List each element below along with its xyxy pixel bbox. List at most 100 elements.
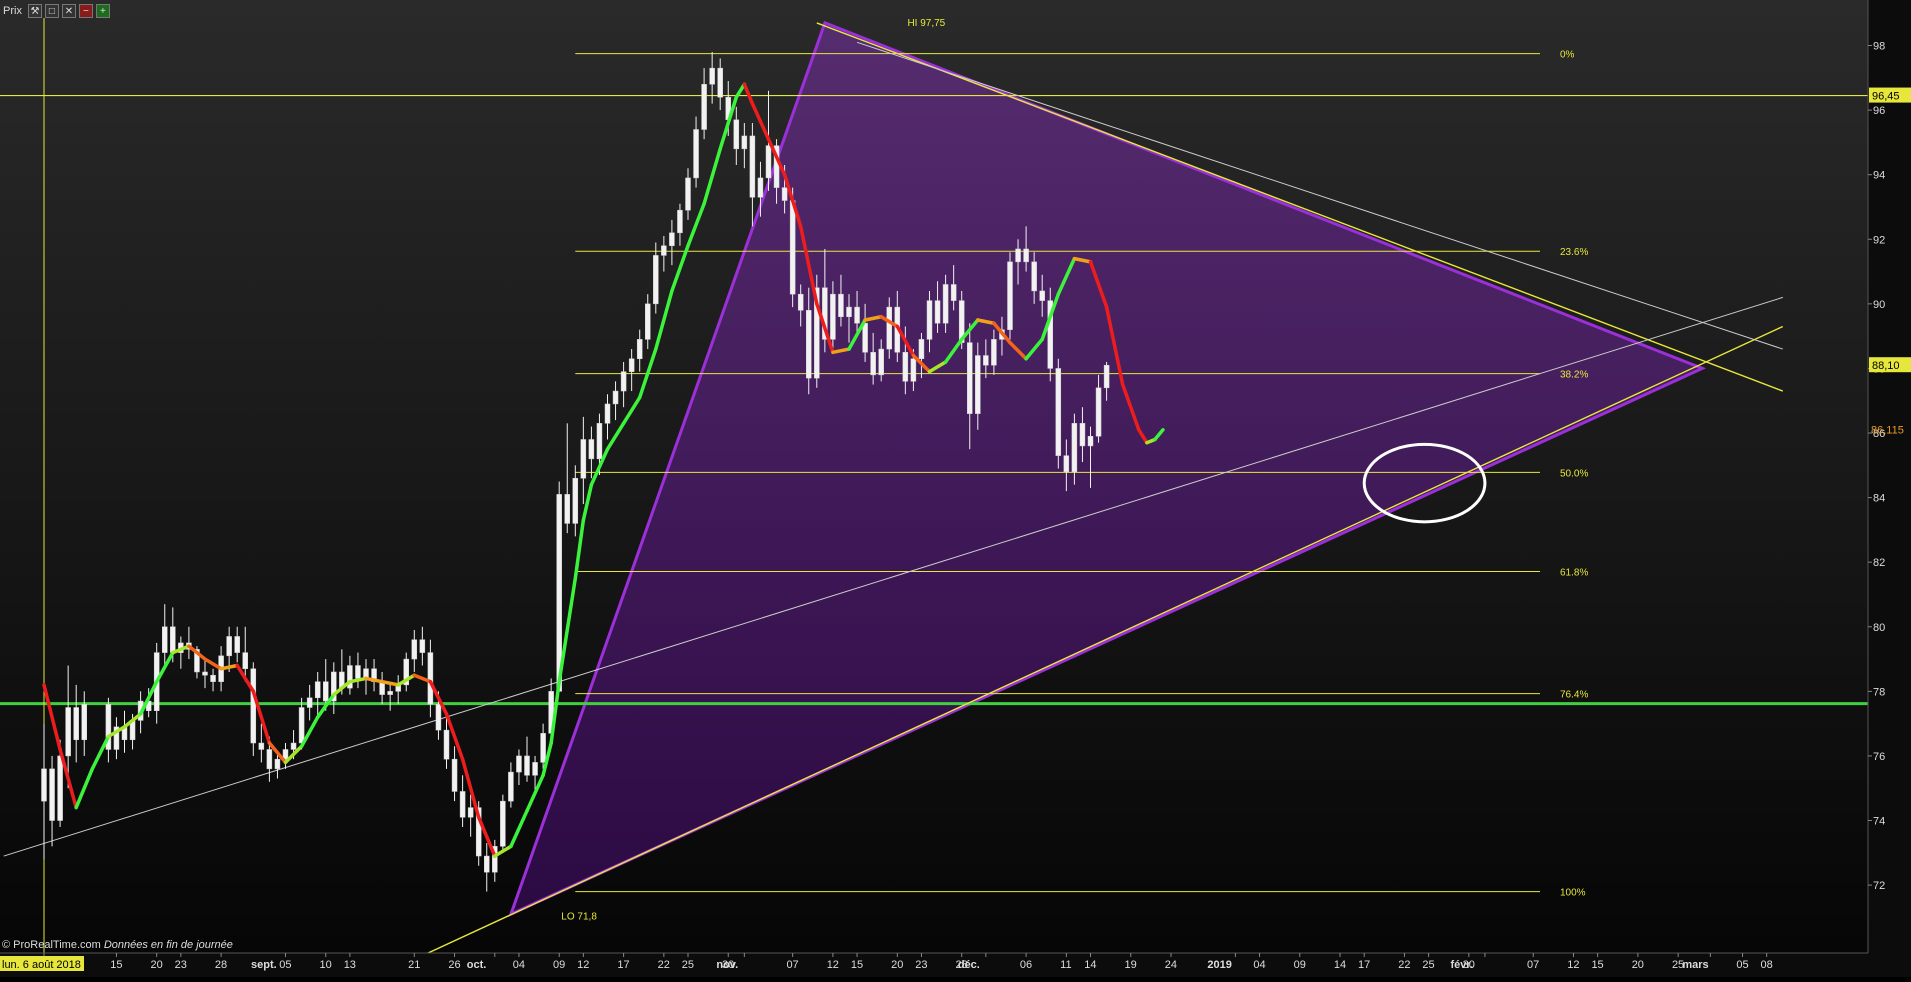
candle-body [661, 245, 667, 256]
candle-body [1087, 436, 1094, 447]
candle-body [733, 119, 740, 150]
candle-body [596, 423, 603, 460]
candle-body [411, 639, 418, 660]
candle-body [1079, 423, 1086, 447]
fib-level-label: 76.4% [1560, 690, 1588, 701]
x-tick-label: 19 [1125, 959, 1137, 971]
candle-body [685, 177, 691, 211]
x-tick-label: oct. [467, 959, 487, 971]
candle-body [870, 352, 876, 376]
x-tick-label: 17 [1358, 959, 1370, 971]
x-tick-label: 13 [344, 959, 356, 971]
candle-body [604, 403, 611, 424]
candle-body [636, 339, 643, 359]
y-tick-label: 94 [1873, 170, 1885, 182]
candle-body [701, 84, 707, 130]
x-tick-label: 25 [1422, 959, 1434, 971]
candle-body [645, 303, 651, 340]
candle-body [484, 855, 490, 873]
candle-body [1071, 423, 1078, 473]
x-tick-label: 04 [1253, 959, 1265, 971]
candle-body [210, 674, 216, 682]
candle-body [846, 306, 852, 318]
y-axis-panel [1868, 0, 1911, 977]
candle-body [789, 200, 796, 295]
x-tick-label: nov. [716, 959, 738, 971]
moving-average-segment [364, 676, 384, 684]
candle-body [886, 306, 892, 350]
x-cursor-label: lun. 6 août 2018 [2, 959, 81, 971]
candle-body [749, 135, 756, 198]
close-icon[interactable]: ✕ [61, 4, 76, 18]
add-icon[interactable]: + [95, 4, 110, 18]
candle-body [250, 668, 257, 744]
x-tick-label: 21 [408, 959, 420, 971]
candle-body [781, 187, 788, 201]
candle-body [387, 691, 393, 695]
footer-source: © ProRealTime.com [2, 939, 101, 951]
x-tick-label: 04 [513, 959, 525, 971]
price-chart[interactable]: 0% 23.6% 38.2% 50.0% 61.8% 76.4% 100% HI 97,75 L… [0, 0, 1911, 977]
candle-body [314, 681, 321, 699]
candle-body [57, 755, 63, 821]
candle-body [878, 348, 884, 376]
toolbar-title: Prix [3, 5, 22, 17]
y-tick-label: 90 [1873, 299, 1885, 311]
x-tick-label: 14 [1334, 959, 1346, 971]
candle-body [653, 255, 659, 305]
candle-body [757, 177, 764, 198]
candle-body [355, 665, 361, 679]
candle-body [81, 704, 87, 741]
y-tick-label: 80 [1873, 622, 1885, 634]
x-tick-label: févr. [1450, 959, 1473, 971]
x-tick-label: 28 [215, 959, 227, 971]
y-tick-label: 84 [1873, 493, 1885, 505]
candle-body [991, 339, 997, 366]
candle-body [709, 67, 715, 85]
x-tick-label: 07 [1527, 959, 1539, 971]
moving-average-segment [573, 518, 586, 581]
x-tick-label: 05 [1736, 959, 1748, 971]
candle-body [65, 707, 71, 757]
x-tick-label: 23 [915, 959, 927, 971]
candle-body [306, 697, 313, 708]
candle-body [73, 707, 79, 741]
x-tick-label: 22 [1398, 959, 1410, 971]
candle-body [612, 390, 619, 405]
x-tick-label: 10 [320, 959, 332, 971]
remove-icon[interactable]: − [78, 4, 93, 18]
candle-body [830, 293, 836, 340]
tools-icon[interactable]: ⚒ [27, 4, 42, 18]
candle-body [500, 800, 506, 847]
x-tick-label: 24 [1165, 959, 1177, 971]
price-label: 88,10 [1872, 360, 1900, 372]
moving-average-segment [670, 243, 690, 293]
candle-body [942, 284, 949, 324]
candle-body [806, 310, 812, 379]
fib-level-label: 61.8% [1560, 568, 1588, 579]
candle-body [950, 284, 957, 301]
candle-body [41, 768, 47, 802]
x-tick-label: 08 [1761, 959, 1773, 971]
moving-average-segment [74, 767, 95, 810]
candle-body [934, 300, 941, 324]
window-icon[interactable]: □ [44, 4, 59, 18]
candle-body [1055, 368, 1062, 456]
candle-body [975, 355, 981, 414]
candle-body [443, 729, 450, 760]
fib-high-label: HI 97,75 [907, 18, 945, 29]
x-tick-label: 06 [1020, 959, 1032, 971]
candle-body [1095, 387, 1102, 437]
chart-area[interactable]: 0% 23.6% 38.2% 50.0% 61.8% 76.4% 100% HI 97,75 L… [0, 0, 1911, 977]
candle-body [274, 758, 281, 770]
x-tick-label: 07 [786, 959, 798, 971]
x-tick-label: 12 [827, 959, 839, 971]
candle-body [902, 352, 909, 382]
y-tick-label: 76 [1873, 751, 1885, 763]
x-tick-label: 15 [1591, 959, 1603, 971]
x-tick-label: 09 [1294, 959, 1306, 971]
moving-average-segment [742, 82, 755, 106]
fib-level-label: 38.2% [1560, 370, 1588, 381]
moving-average-segment [90, 734, 111, 771]
candle-body [1007, 261, 1013, 330]
